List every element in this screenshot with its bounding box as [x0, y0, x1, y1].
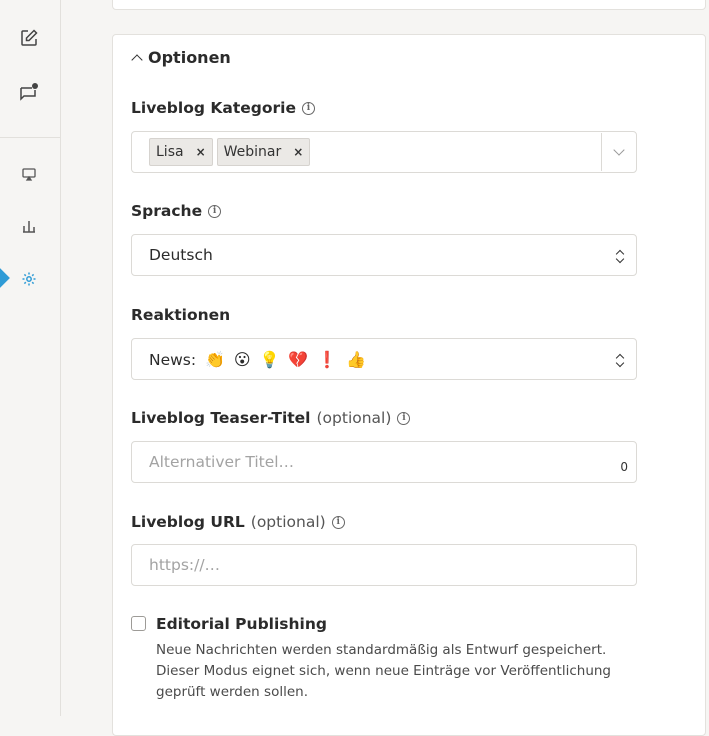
- category-select[interactable]: Lisa × Webinar ×: [131, 131, 637, 173]
- url-label: Liveblog URL (optional) i: [131, 513, 345, 531]
- previous-card: [112, 0, 706, 10]
- gear-icon[interactable]: [17, 267, 41, 291]
- tag-label: Webinar: [223, 144, 282, 160]
- teaser-label: Liveblog Teaser-Titel (optional) i: [131, 409, 411, 427]
- url-placeholder: https://…: [149, 556, 221, 574]
- select-separator: [601, 133, 602, 171]
- url-label-text: Liveblog URL: [131, 513, 245, 531]
- exclamation-emoji: ❗: [317, 350, 338, 369]
- tag-label: Lisa: [156, 144, 184, 160]
- tag-list: Lisa × Webinar ×: [149, 138, 311, 166]
- options-title: Optionen: [148, 48, 231, 67]
- broken-heart-emoji: 💔: [288, 350, 309, 369]
- info-icon[interactable]: i: [331, 515, 345, 529]
- active-indicator: [0, 268, 10, 288]
- language-label-text: Sprache: [131, 202, 203, 220]
- select-arrows-icon: [615, 248, 625, 264]
- url-input[interactable]: https://…: [131, 544, 637, 586]
- left-rail: [0, 0, 61, 716]
- thumbs-up-emoji: 👍: [346, 350, 367, 369]
- clap-emoji: 👏: [205, 350, 225, 369]
- options-collapse-toggle[interactable]: Optionen: [131, 48, 231, 67]
- optional-hint: (optional): [316, 409, 392, 427]
- select-arrows-icon: [615, 352, 625, 368]
- character-counter: 0: [620, 460, 628, 474]
- remove-tag-icon[interactable]: ×: [196, 145, 206, 159]
- editorial-publishing-description: Neue Nachrichten werden standardmäßig al…: [156, 642, 612, 700]
- bulb-emoji: 💡: [259, 350, 280, 369]
- editorial-publishing-checkbox[interactable]: [131, 616, 146, 631]
- teaser-title-input[interactable]: Alternativer Titel… 0: [131, 441, 637, 483]
- surprised-emoji: 😮: [233, 350, 251, 369]
- category-label: Liveblog Kategorie i: [131, 99, 315, 117]
- reactions-prefix: News:: [149, 351, 197, 369]
- language-value: Deutsch: [149, 246, 213, 264]
- optional-hint: (optional): [250, 513, 326, 531]
- editorial-publishing-label[interactable]: Editorial Publishing: [156, 615, 327, 633]
- remove-tag-icon[interactable]: ×: [293, 145, 303, 159]
- language-label: Sprache i: [131, 202, 222, 220]
- info-icon[interactable]: i: [301, 101, 315, 115]
- tag-webinar: Webinar ×: [216, 138, 311, 166]
- reactions-value: News: 👏 😮 💡 💔 ❗ 👍: [149, 350, 366, 369]
- language-select[interactable]: Deutsch: [131, 234, 637, 276]
- main-content: Optionen Liveblog Kategorie i Lisa × Web…: [61, 0, 709, 736]
- category-label-text: Liveblog Kategorie: [131, 99, 296, 117]
- chevron-up-icon: [131, 53, 143, 66]
- info-icon[interactable]: i: [208, 204, 222, 218]
- info-icon[interactable]: i: [397, 411, 411, 425]
- reactions-label: Reaktionen: [131, 306, 230, 324]
- display-icon[interactable]: [17, 162, 41, 186]
- chat-notification-icon[interactable]: [17, 81, 41, 105]
- tag-lisa: Lisa ×: [149, 138, 213, 166]
- teaser-label-text: Liveblog Teaser-Titel: [131, 409, 311, 427]
- bar-chart-icon[interactable]: [17, 214, 41, 238]
- edit-icon[interactable]: [17, 26, 41, 50]
- teaser-placeholder: Alternativer Titel…: [149, 453, 295, 471]
- reactions-label-text: Reaktionen: [131, 306, 231, 324]
- chevron-down-icon[interactable]: [613, 144, 625, 156]
- rail-divider: [0, 137, 60, 138]
- options-card: Optionen Liveblog Kategorie i Lisa × Web…: [112, 34, 706, 736]
- reactions-select[interactable]: News: 👏 😮 💡 💔 ❗ 👍: [131, 338, 637, 380]
